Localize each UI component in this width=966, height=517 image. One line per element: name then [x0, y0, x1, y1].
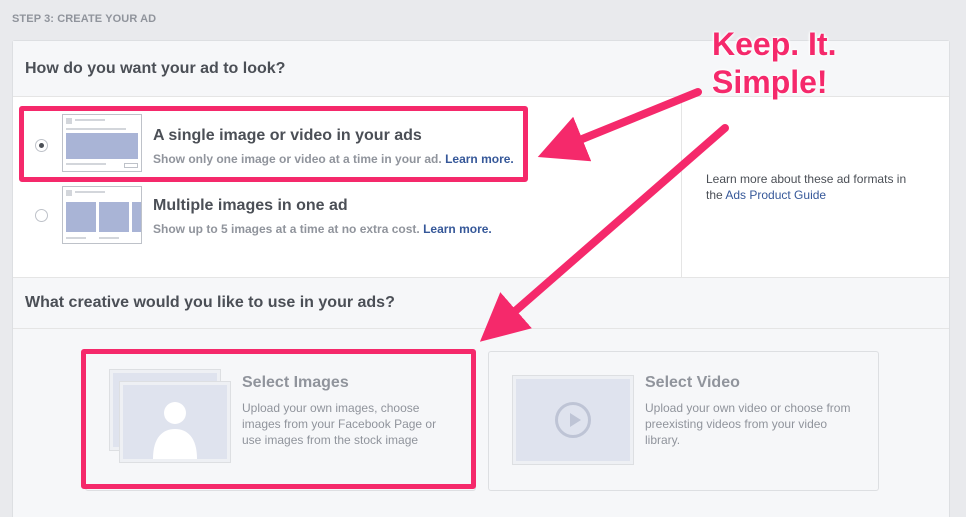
select-video-card[interactable]: Select Video Upload your own video or ch… [488, 351, 879, 491]
format-section-title: How do you want your ad to look? [25, 60, 286, 77]
option-multiple-images-desc-text: Show up to 5 images at a time at no extr… [153, 222, 420, 236]
callout-line-2: Simple! [712, 64, 828, 100]
step-title: STEP 3: CREATE YOUR AD [12, 13, 157, 25]
select-video-title: Select Video [645, 374, 740, 391]
select-video-desc: Upload your own video or choose from pre… [645, 401, 851, 447]
video-play-icon [513, 376, 633, 464]
highlight-single-image [19, 106, 528, 182]
ads-product-guide-link[interactable]: Ads Product Guide [725, 188, 826, 202]
ad-formats-info: Learn more about these ad formats in the… [681, 97, 949, 277]
callout-text: Keep. It. Simple! [712, 25, 836, 101]
option-multiple-images-title[interactable]: Multiple images in one ad [153, 197, 348, 215]
option-multiple-images-desc: Show up to 5 images at a time at no extr… [153, 222, 492, 236]
learn-more-link-multiple[interactable]: Learn more. [423, 222, 492, 236]
carousel-thumbnail-icon [62, 186, 142, 244]
radio-multiple-images[interactable] [35, 209, 48, 222]
ad-formats-info-text: Learn more about these ad formats in the… [706, 171, 926, 203]
callout-line-1: Keep. It. [712, 26, 837, 62]
highlight-select-images [81, 349, 476, 489]
creative-section-header: What creative would you like to use in y… [13, 277, 949, 329]
creative-section-title: What creative would you like to use in y… [25, 294, 395, 311]
play-icon [555, 402, 591, 438]
